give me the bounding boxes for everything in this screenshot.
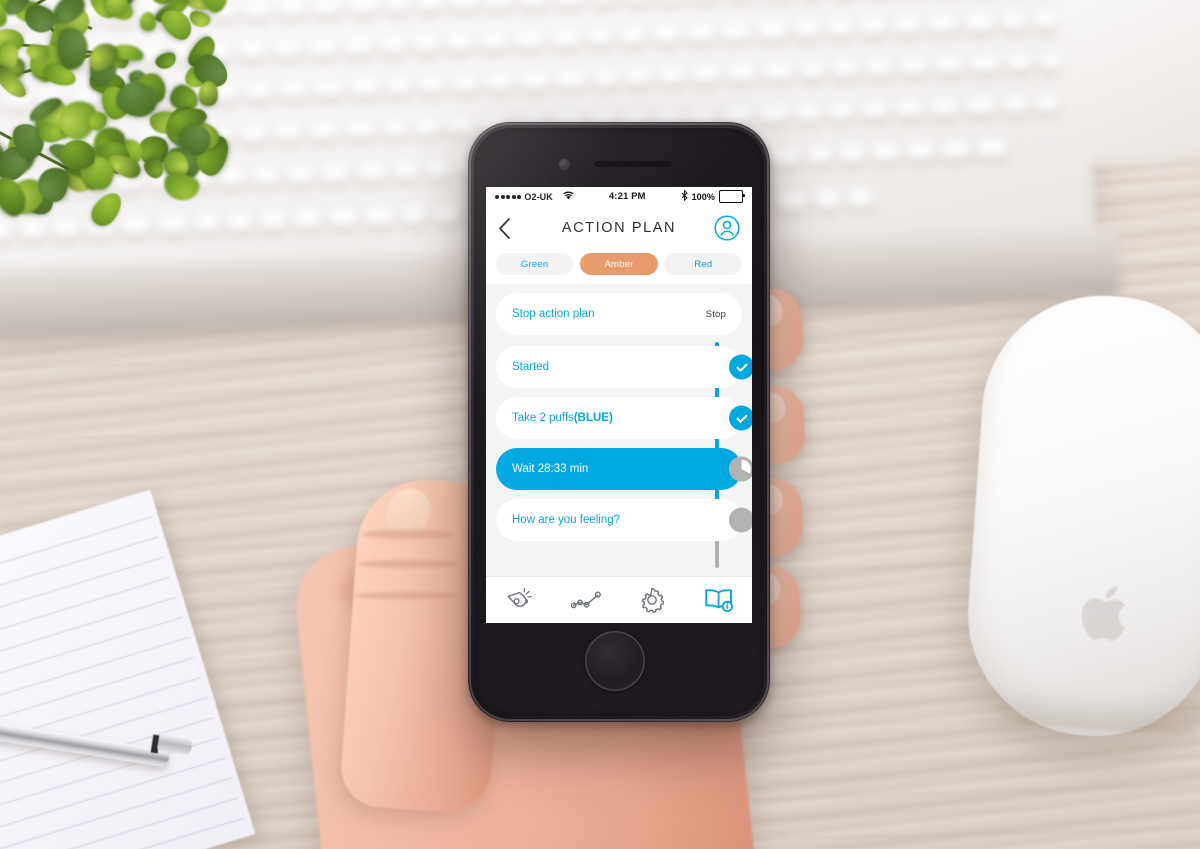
account-avatar-icon[interactable] [714,215,740,241]
tab-whistle[interactable] [494,582,544,618]
thumb-crease [354,592,458,599]
clock-label: 4:21 PM [608,191,646,202]
segment-green[interactable]: Green [496,253,574,275]
status-bar-left: O2-UK [495,190,574,203]
potted-plant [0,0,290,300]
thumb-crease [362,530,454,539]
earpiece-speaker [594,160,672,167]
home-button[interactable] [585,631,645,691]
plan-row[interactable]: Wait 28:33 min [496,448,752,490]
status-bar-right: 100% [681,189,745,204]
iphone-device: O2-UK 4:21 PM 100% ACTION PLAN Green Amb… [468,122,770,722]
plan-row-label: Take 2 puffs [512,412,574,424]
action-plan-list: Stop action plan Stop Started Take 2 puffs … [486,284,752,607]
segment-label: Amber [604,258,634,270]
signal-strength-icon [495,194,522,199]
bluetooth-icon [681,189,688,204]
step-complete-check-icon [729,405,752,431]
tab-trend-chart[interactable] [561,582,611,618]
action-plan-rows: Stop action plan Stop Started Take 2 puffs … [486,293,752,541]
plan-row-label: How are you feeling? [512,514,621,526]
nav-bar: ACTION PLAN [486,206,752,250]
battery-icon [719,190,745,203]
segment-label: Green [520,258,549,270]
status-bar: O2-UK 4:21 PM 100% [486,187,752,206]
tab-gear[interactable] [627,582,677,618]
plan-row-label-emphasis: (BLUE) [573,412,613,424]
front-camera [559,159,570,170]
wifi-icon [563,190,574,203]
segment-label: Red [694,258,713,270]
apple-logo-icon [1081,586,1126,641]
plan-row[interactable]: Started [496,346,752,388]
plan-row-label: Stop action plan [512,308,595,320]
plan-row[interactable]: Stop action plan Stop [496,293,742,335]
step-complete-check-icon [729,354,752,380]
screenshot-stage: O2-UK 4:21 PM 100% ACTION PLAN Green Amb… [0,0,1200,849]
battery-percent-label: 100% [691,191,715,202]
segment-red[interactable]: Red [664,253,742,275]
page-title: ACTION PLAN [561,220,677,236]
tab-bar[interactable] [486,576,752,623]
plan-row-label: Started [512,361,550,373]
carrier-label: O2-UK [524,191,553,202]
plan-row[interactable]: How are you feeling? [496,499,752,541]
plan-row-action[interactable]: Stop [706,309,726,320]
step-timer-icon [729,456,752,482]
back-chevron-icon[interactable] [498,217,511,239]
phone-screen: O2-UK 4:21 PM 100% ACTION PLAN Green Amb… [486,187,752,623]
tab-book-info[interactable] [694,582,744,618]
thumb-crease [358,560,458,568]
plan-row[interactable]: Take 2 puffs (BLUE) [496,397,752,439]
step-pending-icon [729,507,752,533]
segment-amber[interactable]: Amber [580,253,658,275]
severity-segmented-control[interactable]: Green Amber Red [486,250,752,284]
plan-row-label: Wait 28:33 min [512,463,589,475]
keyboard-right-body [1054,0,1200,166]
